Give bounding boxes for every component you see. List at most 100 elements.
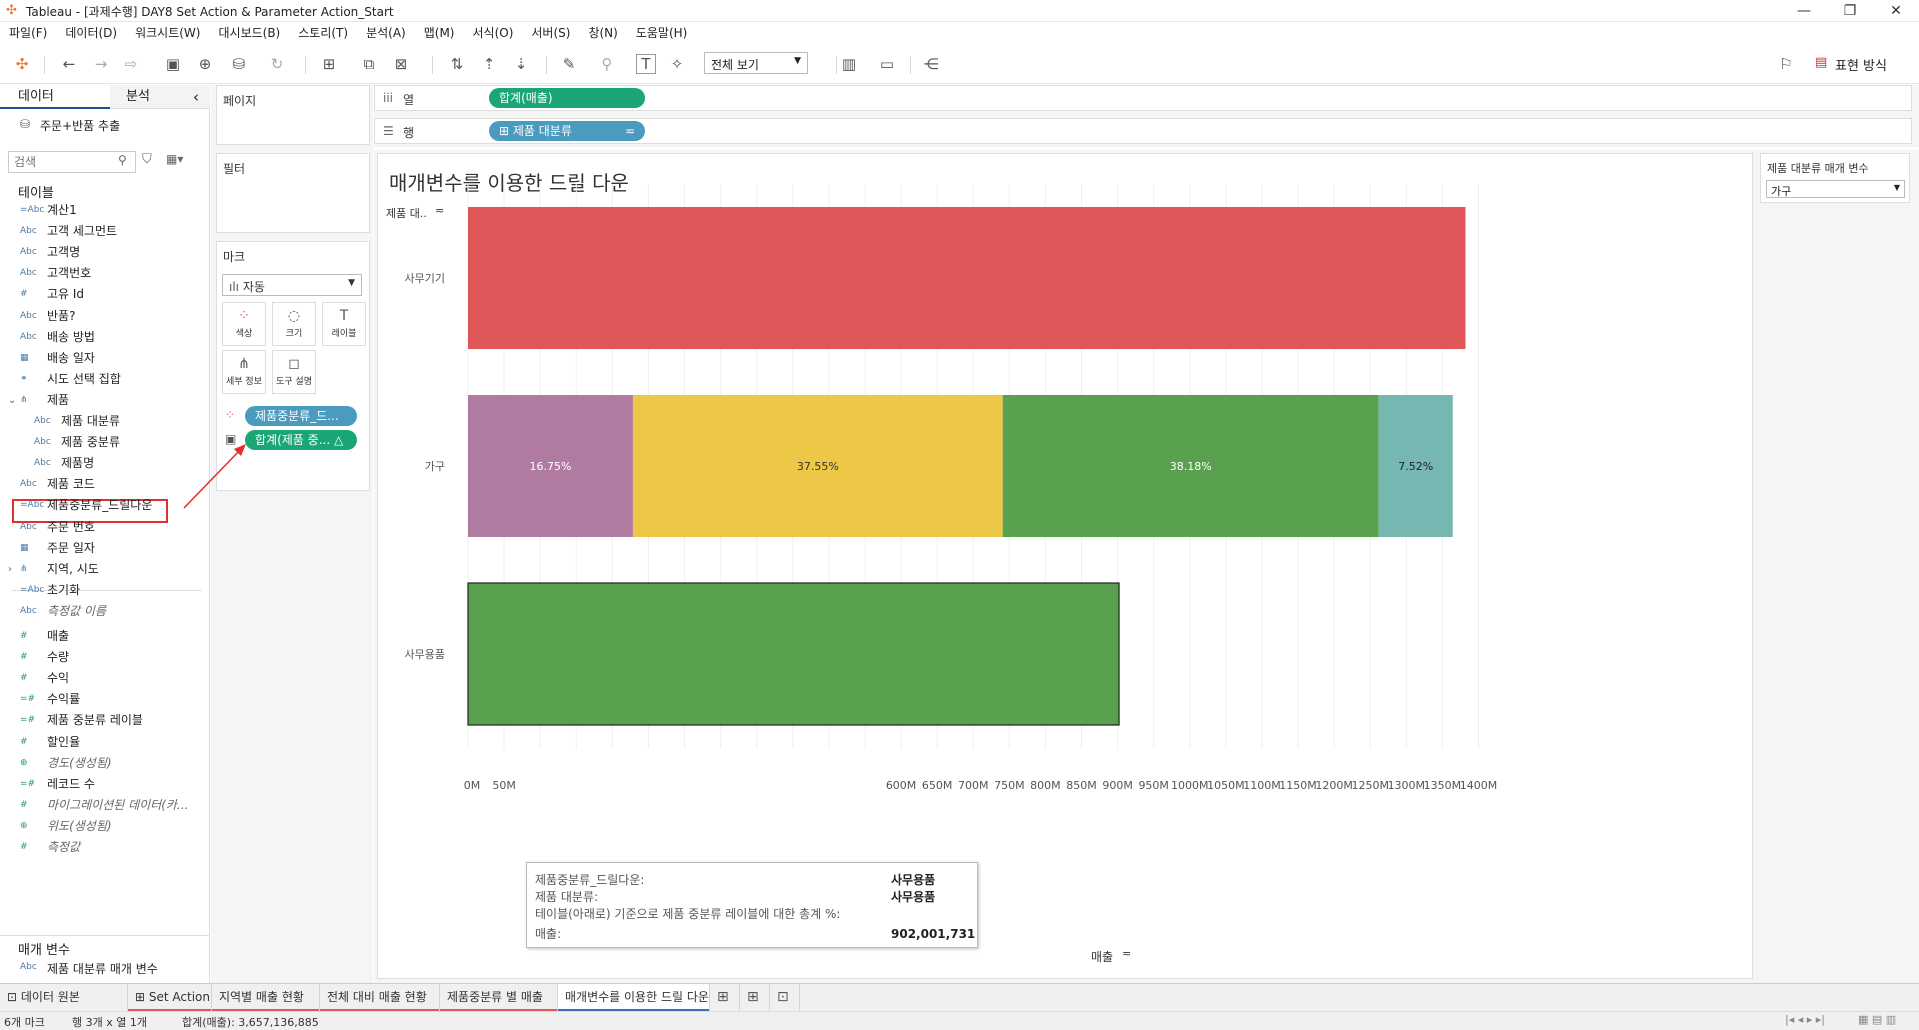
undo-icon[interactable]: ← <box>58 53 80 75</box>
field-item[interactable]: Abc 배송 방법 <box>0 327 205 348</box>
field-item[interactable]: ▦ 배송 일자 <box>0 348 205 369</box>
search-input[interactable] <box>8 151 136 173</box>
presentation-icon[interactable]: ▭ <box>876 53 898 75</box>
pin-icon[interactable]: ✧ <box>666 53 688 75</box>
field-item[interactable]: › ⋔ 지역, 시도 <box>0 559 205 580</box>
tableau-home-icon[interactable]: ✣ <box>11 53 33 75</box>
detail-button[interactable]: ⋔ 세부 정보 <box>222 350 266 394</box>
field-item[interactable]: # 매출 <box>0 626 205 647</box>
collapse-pane-button[interactable]: ‹ <box>193 85 199 109</box>
sheet-tab[interactable]: ⊞ Set Action <box>128 984 212 1012</box>
field-item[interactable]: Abc 제품 대분류 <box>0 411 205 432</box>
swap-icon[interactable]: ⇅ <box>446 53 468 75</box>
field-item[interactable]: Abc 고객 세그먼트 <box>0 221 205 242</box>
menu-dashboard[interactable]: 대시보드(B) <box>209 22 289 44</box>
save-icon[interactable]: ▣ <box>162 53 184 75</box>
size-button[interactable]: ◌ 크기 <box>272 302 316 346</box>
tab-data[interactable]: 데이터 <box>18 85 54 109</box>
new-datasource-icon[interactable]: ⊕ <box>194 53 216 75</box>
pages-card[interactable]: 페이지 <box>216 85 370 145</box>
menu-analysis[interactable]: 분석(A) <box>357 22 415 44</box>
field-item[interactable]: Abc 고객번호 <box>0 263 205 284</box>
tab-analysis[interactable]: 분석 <box>126 85 150 109</box>
menu-worksheet[interactable]: 워크시트(W) <box>126 22 209 44</box>
datasource-icon[interactable]: ⛁ <box>228 53 250 75</box>
menu-data[interactable]: 데이터(D) <box>56 22 126 44</box>
field-item[interactable]: # 측정값 <box>0 837 205 858</box>
menu-map[interactable]: 맵(M) <box>415 22 464 44</box>
sheet-tab[interactable]: 지역별 매출 현황 <box>212 984 320 1012</box>
color-button[interactable]: ⁘ 색상 <box>222 302 266 346</box>
close-button[interactable]: ✕ <box>1873 0 1919 22</box>
filter-icon[interactable]: ⛉ <box>142 152 152 167</box>
menu-window[interactable]: 창(N) <box>579 22 626 44</box>
tooltip-button[interactable]: ◻ 도구 설명 <box>272 350 316 394</box>
tab-nav-icons[interactable]: |◂ ◂ ▸ ▸| <box>1785 1013 1825 1026</box>
show-me-button[interactable]: 표현 방식 <box>1835 55 1887 74</box>
field-item[interactable]: Abc 측정값 이름 <box>0 601 205 622</box>
mark-pill-sum[interactable]: 합계(제품 중... △ <box>245 430 357 450</box>
field-item[interactable]: =# 수익률 <box>0 689 205 710</box>
mark-pill-drilldown[interactable]: 제품중분류_드... <box>245 406 357 426</box>
field-item[interactable]: # 수량 <box>0 647 205 668</box>
refresh-icon[interactable]: ↻ <box>266 53 288 75</box>
field-item[interactable]: Abc 제품 중분류 <box>0 432 205 453</box>
card-toggle-icon[interactable]: ▥ <box>838 53 860 75</box>
field-item[interactable]: ▦ 주문 일자 <box>0 538 205 559</box>
mark-type-select[interactable]: ılı 자동 ▼ <box>222 274 362 296</box>
field-item[interactable]: =Abc 초기화 <box>0 580 205 601</box>
menu-file[interactable]: 파일(F) <box>0 22 56 44</box>
columns-shelf[interactable]: iii 열 합계(매출) <box>374 85 1912 111</box>
duplicate-icon[interactable]: ⧉ <box>358 53 380 75</box>
show-labels-icon[interactable]: T <box>636 54 656 74</box>
field-item[interactable]: ⌄ ⋔ 제품 <box>0 390 205 411</box>
field-item[interactable]: Abc 제품명 <box>0 453 205 474</box>
datasource-name[interactable]: 주문+반품 추출 <box>40 117 120 134</box>
new-worksheet-icon[interactable]: ⊞ <box>318 53 340 75</box>
view-options-icon[interactable]: ▦▾ <box>166 152 183 166</box>
field-item[interactable]: Abc 주문 번호 <box>0 517 205 538</box>
group-icon[interactable]: ⚲ <box>596 53 618 75</box>
parameter-select[interactable]: 가구 ▼ <box>1766 180 1905 198</box>
rows-shelf[interactable]: ☰ 행 ⊞ 제품 대분류 ≂ <box>374 118 1912 144</box>
sort-ascending-icon[interactable]: ⇡ <box>478 53 500 75</box>
field-item[interactable]: =Abc 제품중분류_드릴다운 <box>0 495 205 516</box>
show-me-icon[interactable]: ▤ <box>1815 55 1827 70</box>
field-item[interactable]: =Abc 계산1 <box>0 200 205 221</box>
tooltip-format-icon[interactable]: ⚐ <box>1775 53 1797 75</box>
rows-pill[interactable]: ⊞ 제품 대분류 ≂ <box>489 121 645 141</box>
field-item[interactable]: # 할인율 <box>0 732 205 753</box>
view-fit-select[interactable]: 전체 보기 ▼ <box>704 52 808 74</box>
new-worksheet-icon[interactable]: ⊞ <box>710 984 740 1012</box>
sort-icon[interactable]: ≂ <box>1122 947 1131 960</box>
sheet-tab[interactable]: 전체 대비 매출 현황 <box>320 984 440 1012</box>
maximize-button[interactable]: ❐ <box>1827 0 1873 22</box>
field-item[interactable]: # 고유 Id <box>0 284 205 305</box>
sort-descending-icon[interactable]: ⇣ <box>510 53 532 75</box>
minimize-button[interactable]: — <box>1781 0 1827 22</box>
field-item[interactable]: ⊕ 위도(생성됨) <box>0 816 205 837</box>
field-item[interactable]: Abc 제품 코드 <box>0 474 205 495</box>
menu-server[interactable]: 서버(S) <box>522 22 579 44</box>
menu-format[interactable]: 서식(O) <box>464 22 523 44</box>
clear-sheet-icon[interactable]: ⊠ <box>390 53 412 75</box>
field-item[interactable]: =# 제품 중분류 레이블 <box>0 710 205 731</box>
field-item[interactable]: ⊕ 경도(생성됨) <box>0 753 205 774</box>
new-dashboard-icon[interactable]: ⊞ <box>740 984 770 1012</box>
menu-story[interactable]: 스토리(T) <box>289 22 357 44</box>
parameter-field[interactable]: 제품 대분류 매개 변수 <box>47 960 158 977</box>
field-item[interactable]: Abc 고객명 <box>0 242 205 263</box>
share-icon[interactable]: ⋲ <box>920 53 942 75</box>
field-item[interactable]: Abc 반품? <box>0 306 205 327</box>
replay-icon[interactable]: ⇨ <box>120 53 142 75</box>
view-mode-icons[interactable]: ▦ ▤ ▥ <box>1858 1013 1896 1026</box>
sheet-tab[interactable]: 제품중분류 별 매출 <box>440 984 558 1012</box>
redo-icon[interactable]: → <box>90 53 112 75</box>
label-button[interactable]: T 레이블 <box>322 302 366 346</box>
field-item[interactable]: # 수익 <box>0 668 205 689</box>
filters-card[interactable]: 필터 <box>216 153 370 233</box>
menu-help[interactable]: 도움말(H) <box>627 22 697 44</box>
highlight-icon[interactable]: ✎ <box>558 53 580 75</box>
sheet-tab[interactable]: 매개변수를 이용한 드릴 다운 <box>558 984 710 1012</box>
sheet-tab[interactable]: ⊡ 데이터 원본 <box>0 984 128 1012</box>
